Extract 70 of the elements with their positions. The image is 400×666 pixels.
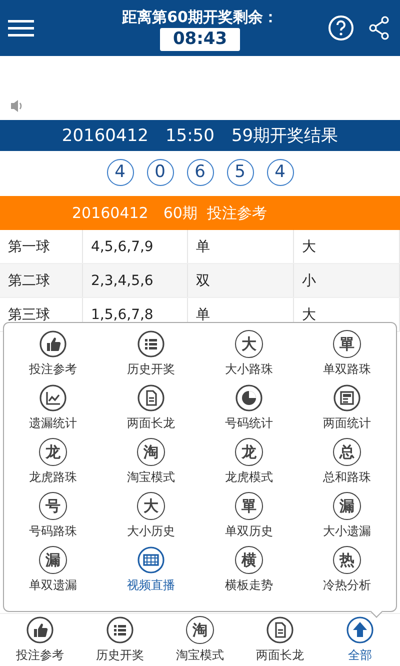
- character-icon: 單: [333, 330, 361, 358]
- table-cell: 第二球: [0, 264, 83, 297]
- menu-item[interactable]: 总 总和路珠: [323, 438, 371, 492]
- menu-item[interactable]: 龙 龙虎模式: [225, 438, 273, 492]
- share-icon: [368, 15, 390, 41]
- character-icon: 單: [235, 492, 263, 520]
- menu-item[interactable]: 号码统计: [225, 384, 273, 438]
- menu-item[interactable]: 热 冷热分析: [323, 546, 371, 600]
- list-icon: [106, 616, 134, 644]
- menu-item[interactable]: 單 单双历史: [225, 492, 273, 546]
- table-cell: 大: [294, 230, 400, 263]
- character-icon: 淘: [137, 438, 165, 466]
- character-icon: 号: [39, 492, 67, 520]
- character-icon: 大: [137, 492, 165, 520]
- table-cell: 第一球: [0, 230, 83, 263]
- menu-item[interactable]: 漏 大小遗漏: [323, 492, 371, 546]
- table-cell: 4,5,6,7,9: [83, 230, 188, 263]
- thumbs-up-icon: [26, 616, 54, 644]
- newspaper-icon: [333, 384, 361, 412]
- line-chart-icon: [39, 384, 67, 412]
- reference-title: 20160412 60期 投注参考: [0, 196, 400, 230]
- character-icon: 龙: [39, 438, 67, 466]
- nav-tab[interactable]: 两面长龙: [256, 616, 304, 664]
- menu-item[interactable]: 号 号码路珠: [29, 492, 77, 546]
- character-icon: 总: [333, 438, 361, 466]
- number-ball: 5: [226, 158, 254, 186]
- number-ball: 4: [106, 158, 134, 186]
- menu-item[interactable]: 两面统计: [323, 384, 371, 438]
- list-icon: [137, 330, 165, 358]
- thumbs-up-icon: [39, 330, 67, 358]
- menu-item[interactable]: 淘 淘宝模式: [127, 438, 175, 492]
- table-cell: 2,3,4,5,6: [83, 264, 188, 297]
- menu-item[interactable]: 视频直播: [127, 546, 175, 600]
- number-ball: 6: [186, 158, 214, 186]
- menu-icon: [8, 19, 34, 37]
- character-icon: 漏: [333, 492, 361, 520]
- nav-tab[interactable]: 全部: [346, 616, 374, 664]
- menu-item[interactable]: 横 横板走势: [225, 546, 273, 600]
- table-cell: 单: [188, 230, 294, 263]
- help-icon: [328, 15, 354, 41]
- nav-tab[interactable]: 投注参考: [16, 616, 64, 664]
- number-ball: 0: [146, 158, 174, 186]
- character-icon: 大: [235, 330, 263, 358]
- table-cell: 小: [294, 264, 400, 297]
- table-cell: 双: [188, 264, 294, 297]
- character-icon: 漏: [39, 546, 67, 574]
- menu-item[interactable]: 單 单双路珠: [323, 330, 371, 384]
- character-icon: 淘: [186, 616, 214, 644]
- number-ball: 4: [266, 158, 294, 186]
- menu-item[interactable]: 遗漏统计: [29, 384, 77, 438]
- speaker-icon: [10, 99, 24, 113]
- menu-item[interactable]: 历史开奖: [127, 330, 175, 384]
- result-title: 20160412 15:50 59期开奖结果: [0, 120, 400, 151]
- document-icon: [137, 384, 165, 412]
- menu-item[interactable]: 大 大小路珠: [225, 330, 273, 384]
- character-icon: 横: [235, 546, 263, 574]
- menu-item[interactable]: 两面长龙: [127, 384, 175, 438]
- document-icon: [266, 616, 294, 644]
- nav-tab[interactable]: 历史开奖: [96, 616, 144, 664]
- countdown-timer: 08:43: [160, 28, 240, 51]
- nav-tab[interactable]: 淘 淘宝模式: [176, 616, 224, 664]
- menu-item[interactable]: 龙 龙虎路珠: [29, 438, 77, 492]
- menu-item[interactable]: 投注参考: [29, 330, 77, 384]
- menu-item[interactable]: 漏 单双遗漏: [29, 546, 77, 600]
- pie-chart-icon: [235, 384, 263, 412]
- menu-item[interactable]: 大 大小历史: [127, 492, 175, 546]
- character-icon: 龙: [235, 438, 263, 466]
- film-strip-icon: [137, 546, 165, 574]
- header-title: 距离第60期开奖剩余：: [122, 7, 278, 27]
- character-icon: 热: [333, 546, 361, 574]
